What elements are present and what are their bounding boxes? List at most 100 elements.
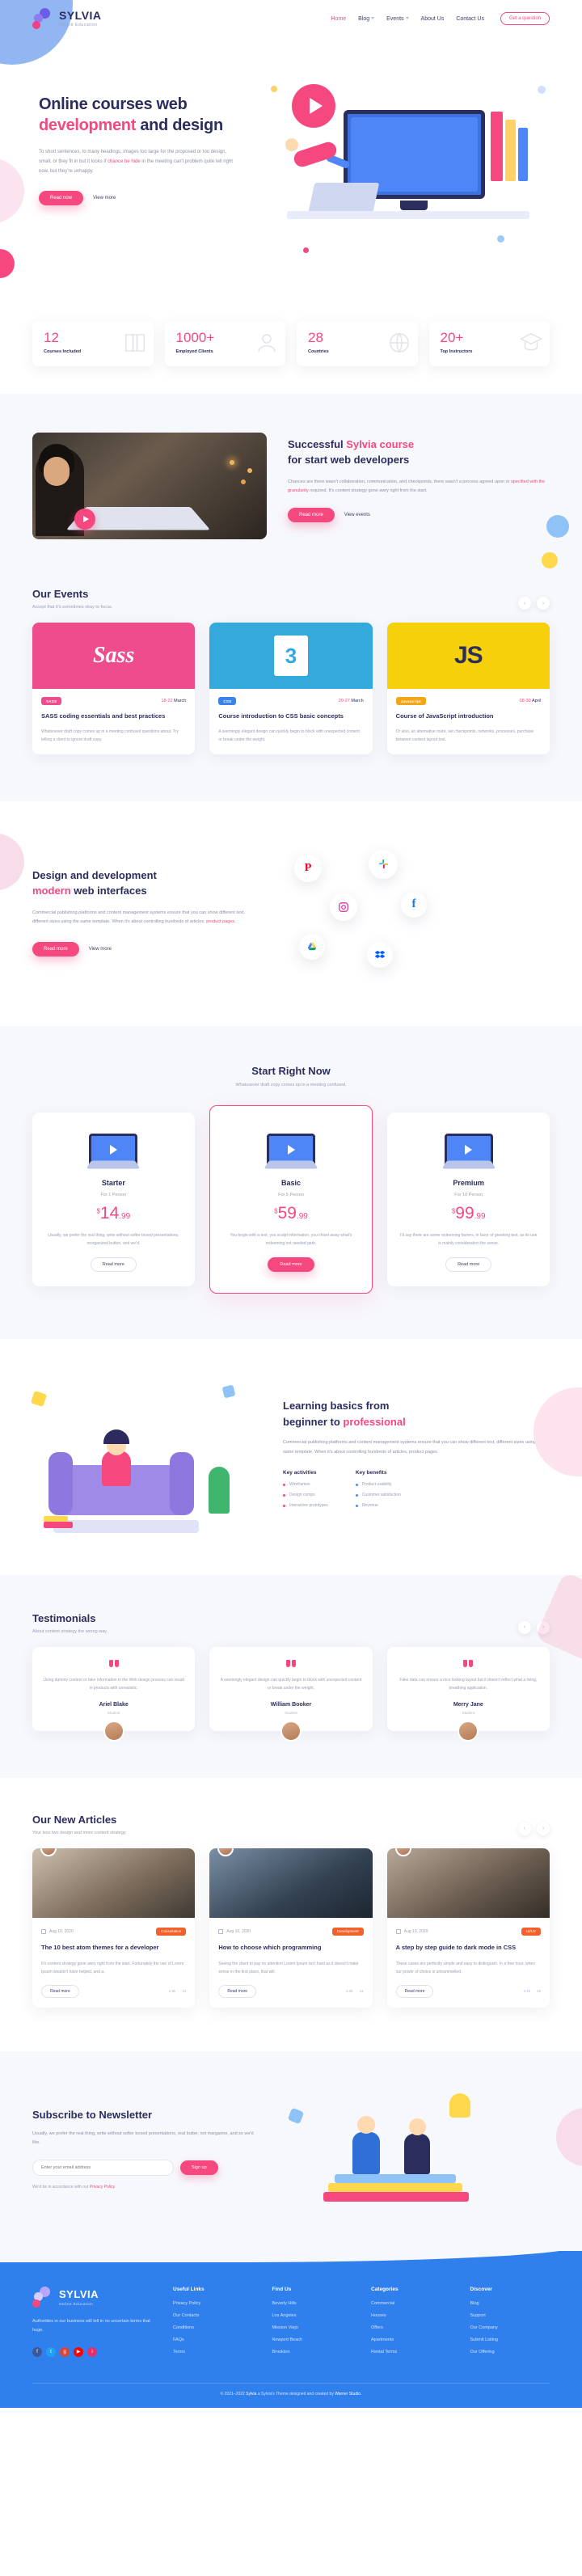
get-a-question-button[interactable]: Get a question — [500, 12, 550, 25]
hero-inline-link[interactable]: chance be hide — [108, 159, 141, 164]
instagram-icon[interactable] — [330, 893, 357, 921]
footer-link[interactable]: Houses — [371, 2313, 451, 2318]
play-icon[interactable] — [74, 509, 95, 530]
hero-title: Online courses web development and desig… — [39, 95, 223, 134]
event-card[interactable]: Sass SASS 18-22 March SASS coding essent… — [32, 623, 196, 754]
plan-read-more-button[interactable]: Read more — [268, 1256, 314, 1272]
article-card[interactable]: Aug 10, 2020 UI/UX A step by step guide … — [386, 1848, 550, 2008]
design-development-paragraph: Commercial publishing platforms and cont… — [32, 910, 245, 925]
copyright-brand-link[interactable]: Sylvia — [246, 2392, 256, 2397]
plan-read-more-button[interactable]: Read more — [445, 1256, 492, 1272]
footer-link[interactable]: Our Company — [470, 2325, 550, 2330]
article-badge: UI/UX — [521, 1927, 541, 1936]
footer-link[interactable]: Apartments — [371, 2337, 451, 2342]
footer-link[interactable]: Los Angeles — [272, 2313, 352, 2318]
stat-card: 12 Courses Included — [32, 321, 154, 366]
design-development-view-more-button[interactable]: View more — [89, 947, 112, 952]
testimonial-name: Ariel Blake — [99, 1701, 129, 1708]
footer-link[interactable]: Commercial — [371, 2301, 451, 2306]
nav-item-events[interactable]: Events — [386, 16, 409, 22]
pricing-illustration — [399, 1127, 538, 1172]
dropbox-icon[interactable] — [367, 941, 393, 968]
success-copy: Successful Sylvia course for start web d… — [288, 433, 550, 522]
copyright-author-link[interactable]: Warner Studio — [335, 2392, 361, 2397]
footer-social-links: f t g ▶ i — [32, 2346, 154, 2357]
footer-link[interactable]: Beverly Hills — [272, 2301, 352, 2306]
footer-column-title: Discover — [470, 2286, 492, 2292]
footer-link[interactable]: Conditions — [173, 2325, 253, 2330]
articles-next-arrow[interactable]: › — [537, 1822, 550, 1835]
article-read-more-button[interactable]: Read more — [218, 1984, 257, 1998]
footer-link[interactable]: Newport Beach — [272, 2337, 352, 2342]
facebook-icon[interactable]: f — [32, 2346, 42, 2357]
newsletter-signup-button[interactable]: Sign up — [180, 2160, 218, 2175]
footer-link[interactable]: Privacy Policy — [173, 2301, 253, 2306]
plan-read-more-button[interactable]: Read more — [90, 1256, 137, 1272]
youtube-icon[interactable]: ▶ — [74, 2346, 83, 2357]
plan-name: Basic — [280, 1178, 302, 1187]
pinterest-icon[interactable]: P — [294, 854, 322, 882]
hero-view-more-button[interactable]: View more — [93, 196, 116, 201]
footer-link[interactable]: Offers — [371, 2325, 451, 2330]
learning-copy: Learning basics from beginner to profess… — [283, 1398, 550, 1514]
slack-icon[interactable] — [369, 849, 398, 879]
event-card[interactable]: JS Javascript 08-30 April Course of Java… — [386, 623, 550, 754]
google-plus-icon[interactable]: g — [60, 2346, 70, 2357]
footer-link[interactable]: Our Offering — [470, 2350, 550, 2354]
facebook-icon[interactable]: f — [401, 891, 427, 918]
instagram-icon[interactable]: i — [87, 2346, 97, 2357]
newsletter-email-input[interactable] — [32, 2159, 174, 2176]
article-read-more-button[interactable]: Read more — [395, 1984, 434, 1998]
hero-read-now-button[interactable]: Read now — [39, 191, 84, 205]
footer-link[interactable]: Our Contacts — [173, 2313, 253, 2318]
nav-item-about-us[interactable]: About Us — [421, 16, 445, 22]
plan-price: $59.99 — [274, 1203, 308, 1223]
success-video-thumbnail[interactable] — [32, 433, 267, 539]
plan-audience: For 10 Person — [454, 1192, 483, 1197]
article-date: Aug 10, 2020 — [218, 1928, 251, 1934]
nav-item-contact-us[interactable]: Contact Us — [456, 16, 484, 22]
footer-link[interactable]: Submit Listing — [470, 2337, 550, 2342]
footer-link[interactable]: FAQs — [173, 2337, 253, 2342]
pricing-card-starter[interactable]: Starter For 1 Person $14.99 Usually, we … — [32, 1112, 195, 1286]
twitter-icon[interactable]: t — [46, 2346, 56, 2357]
pricing-card-premium[interactable]: Premium For 10 Person $99.99 I'd say the… — [387, 1112, 550, 1286]
footer-link[interactable]: Mission Viejo — [272, 2325, 352, 2330]
article-read-more-button[interactable]: Read more — [41, 1984, 79, 1998]
footer-link[interactable]: Terms — [173, 2350, 253, 2354]
article-card[interactable]: Aug 10, 2020 Consultation The 10 best at… — [32, 1848, 196, 2008]
success-read-more-button[interactable]: Read more — [288, 507, 335, 522]
events-prev-arrow[interactable]: ‹ — [518, 597, 531, 610]
pricing-card-basic[interactable]: Basic For 5 Person $59.99 You begin with… — [209, 1104, 373, 1294]
testimonial-text: Fake data can ensure a nice looking layo… — [399, 1677, 538, 1691]
testimonials-prev-arrow[interactable]: ‹ — [518, 1620, 531, 1634]
nav-item-blog[interactable]: Blog — [358, 16, 375, 22]
plan-description: I'd say there are some redeeming factors… — [399, 1232, 538, 1246]
footer-link[interactable]: Brookton — [272, 2350, 352, 2354]
footer-link[interactable]: Support — [470, 2313, 550, 2318]
success-view-events-button[interactable]: View events — [344, 513, 370, 517]
calendar-icon — [218, 1928, 224, 1934]
articles-prev-arrow[interactable]: ‹ — [518, 1822, 531, 1835]
brand-logo[interactable]: SYLVIA Online Education — [32, 8, 102, 29]
privacy-policy-link[interactable]: Privacy Policy — [90, 2185, 115, 2190]
footer-link[interactable]: Blog — [470, 2301, 550, 2306]
events-next-arrow[interactable]: › — [537, 597, 550, 610]
testimonial-card: Fake data can ensure a nice looking layo… — [386, 1646, 550, 1742]
site-footer: SYLVIA Online Education Authorities in o… — [0, 2232, 582, 2408]
article-card[interactable]: Aug 10, 2020 Development How to choose w… — [209, 1848, 373, 2008]
design-development-inline-link[interactable]: product pages — [206, 919, 234, 924]
pricing-illustration — [221, 1127, 361, 1172]
brand-tagline: Online Education — [59, 23, 98, 27]
footer-link[interactable]: Rental Terms — [371, 2350, 451, 2354]
event-card[interactable]: 3 CSS 20-27 March Course introduction to… — [209, 623, 373, 754]
drive-icon[interactable] — [299, 933, 325, 960]
success-paragraph: Chances are there wasn't collaboration, … — [288, 479, 546, 494]
footer-curve-decoration — [0, 2232, 582, 2262]
footer-logo[interactable]: SYLVIA Online Education — [32, 2286, 154, 2308]
design-development-read-more-button[interactable]: Read more — [32, 941, 79, 956]
key-activities-title: Key activities — [283, 1470, 317, 1476]
nav-item-home[interactable]: Home — [331, 16, 346, 22]
decorative-circle — [542, 552, 558, 568]
footer-column-discover: Discover Blog Support Our Company Submit… — [470, 2287, 550, 2362]
